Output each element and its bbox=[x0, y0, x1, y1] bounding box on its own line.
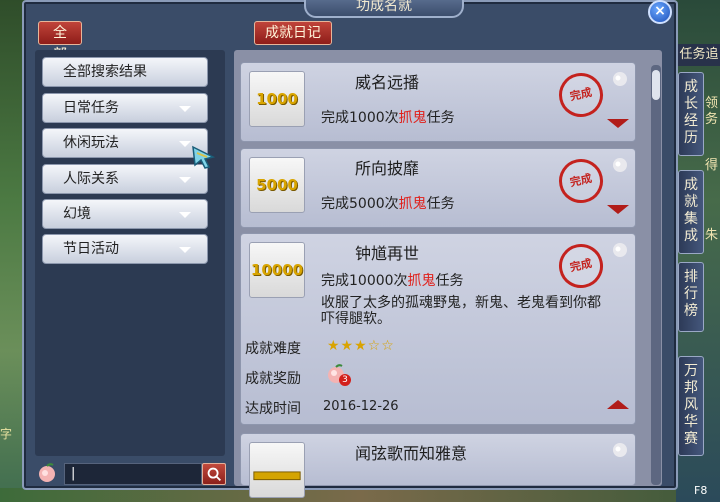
date-label: 达成时间 bbox=[245, 401, 301, 417]
category-daily-tasks[interactable]: 日常任务 bbox=[42, 93, 208, 123]
background-text: 朱 bbox=[705, 228, 719, 243]
category-leisure[interactable]: 休闲玩法 bbox=[42, 128, 208, 158]
task-tracker-tab[interactable]: 任务追 bbox=[678, 44, 720, 66]
achievement-badge-icon: 5000 bbox=[249, 157, 305, 213]
achievement-badge-icon: 10000 bbox=[249, 242, 305, 298]
category-illusion[interactable]: 幻境 bbox=[42, 199, 208, 229]
scrollbar-thumb[interactable] bbox=[652, 70, 660, 100]
completed-stamp-icon: 完成 bbox=[554, 239, 608, 293]
tab-leaderboard[interactable]: 排行榜 bbox=[678, 262, 704, 332]
achievement-flavor-text: 吓得腿软。 bbox=[321, 311, 391, 327]
game-background-bottom bbox=[0, 488, 720, 502]
collapse-arrow-icon[interactable] bbox=[607, 400, 629, 409]
achievement-description: 完成1000次抓鬼任务 bbox=[321, 110, 455, 126]
difficulty-stars: ★★★☆☆ bbox=[327, 338, 395, 354]
window-title: 功成名就 bbox=[304, 0, 464, 18]
peach-icon bbox=[613, 158, 627, 172]
achievement-card[interactable]: 5000 所向披靡 完成5000次抓鬼任务 完成 bbox=[240, 148, 636, 228]
category-festival[interactable]: 节日活动 bbox=[42, 234, 208, 264]
achievement-title: 闻弦歌而知雅意 bbox=[355, 444, 468, 463]
achievement-date: 2016-12-26 bbox=[323, 399, 399, 414]
chevron-down-icon bbox=[179, 106, 191, 112]
scrollbar-track[interactable] bbox=[651, 65, 661, 485]
category-label: 人际关系 bbox=[63, 171, 119, 187]
reward-label: 成就奖励 bbox=[245, 371, 301, 387]
chevron-down-icon bbox=[179, 212, 191, 218]
category-relationships[interactable]: 人际关系 bbox=[42, 164, 208, 194]
chevron-down-icon bbox=[179, 141, 191, 147]
category-label: 节日活动 bbox=[63, 241, 119, 257]
tab-world-contest[interactable]: 万邦风华赛 bbox=[678, 356, 704, 456]
achievement-card-expanded[interactable]: 10000 钟馗再世 完成10000次抓鬼任务 收服了太多的孤魂野鬼，新鬼、老鬼… bbox=[240, 233, 636, 425]
diary-button[interactable]: 成就日记 bbox=[254, 21, 332, 45]
peach-icon bbox=[613, 243, 627, 257]
search-icon[interactable] bbox=[202, 463, 226, 485]
hotkey-label: F8 bbox=[694, 484, 708, 497]
achievement-description: 完成10000次抓鬼任务 bbox=[321, 273, 464, 289]
category-label: 全部搜索结果 bbox=[63, 64, 147, 80]
achievement-badge-icon: 1000 bbox=[249, 71, 305, 127]
peach-icon bbox=[39, 463, 55, 482]
pointer-cursor-icon bbox=[192, 145, 216, 169]
chevron-down-icon bbox=[179, 177, 191, 183]
chevron-down-icon bbox=[179, 247, 191, 253]
peach-icon bbox=[613, 72, 627, 86]
category-label: 幻境 bbox=[63, 206, 91, 222]
tab-achievements[interactable]: 成就集成 bbox=[678, 170, 704, 254]
completed-stamp-icon: 完成 bbox=[554, 154, 608, 208]
search-input[interactable]: | bbox=[64, 463, 202, 485]
tab-growth[interactable]: 成长经历 bbox=[678, 72, 704, 156]
close-icon[interactable]: × bbox=[648, 0, 672, 24]
achievement-title: 钟馗再世 bbox=[355, 244, 420, 263]
reward-count-badge: 3 bbox=[339, 374, 351, 386]
category-label: 休闲玩法 bbox=[63, 135, 119, 151]
expand-arrow-icon[interactable] bbox=[607, 205, 629, 214]
completed-stamp-icon: 完成 bbox=[554, 68, 608, 122]
background-text: 务 bbox=[705, 112, 719, 127]
achievement-card[interactable]: 1000 威名远播 完成1000次抓鬼任务 完成 bbox=[240, 62, 636, 142]
expand-arrow-icon[interactable] bbox=[607, 119, 629, 128]
category-label: 日常任务 bbox=[63, 100, 119, 116]
background-text: 领 bbox=[705, 96, 719, 111]
achievement-card[interactable]: 闻弦歌而知雅意 bbox=[240, 433, 636, 498]
achievement-title: 威名远播 bbox=[355, 73, 420, 92]
peach-icon bbox=[613, 443, 627, 457]
achievement-title: 所向披靡 bbox=[355, 159, 420, 178]
category-all-results[interactable]: 全部搜索结果 bbox=[42, 57, 208, 87]
background-text: 字 bbox=[0, 427, 13, 441]
all-button[interactable]: 全部 bbox=[38, 21, 82, 63]
background-text: 得 bbox=[705, 158, 719, 173]
difficulty-label: 成就难度 bbox=[245, 341, 301, 357]
achievement-badge-icon bbox=[249, 442, 305, 498]
achievement-description: 完成5000次抓鬼任务 bbox=[321, 196, 455, 212]
